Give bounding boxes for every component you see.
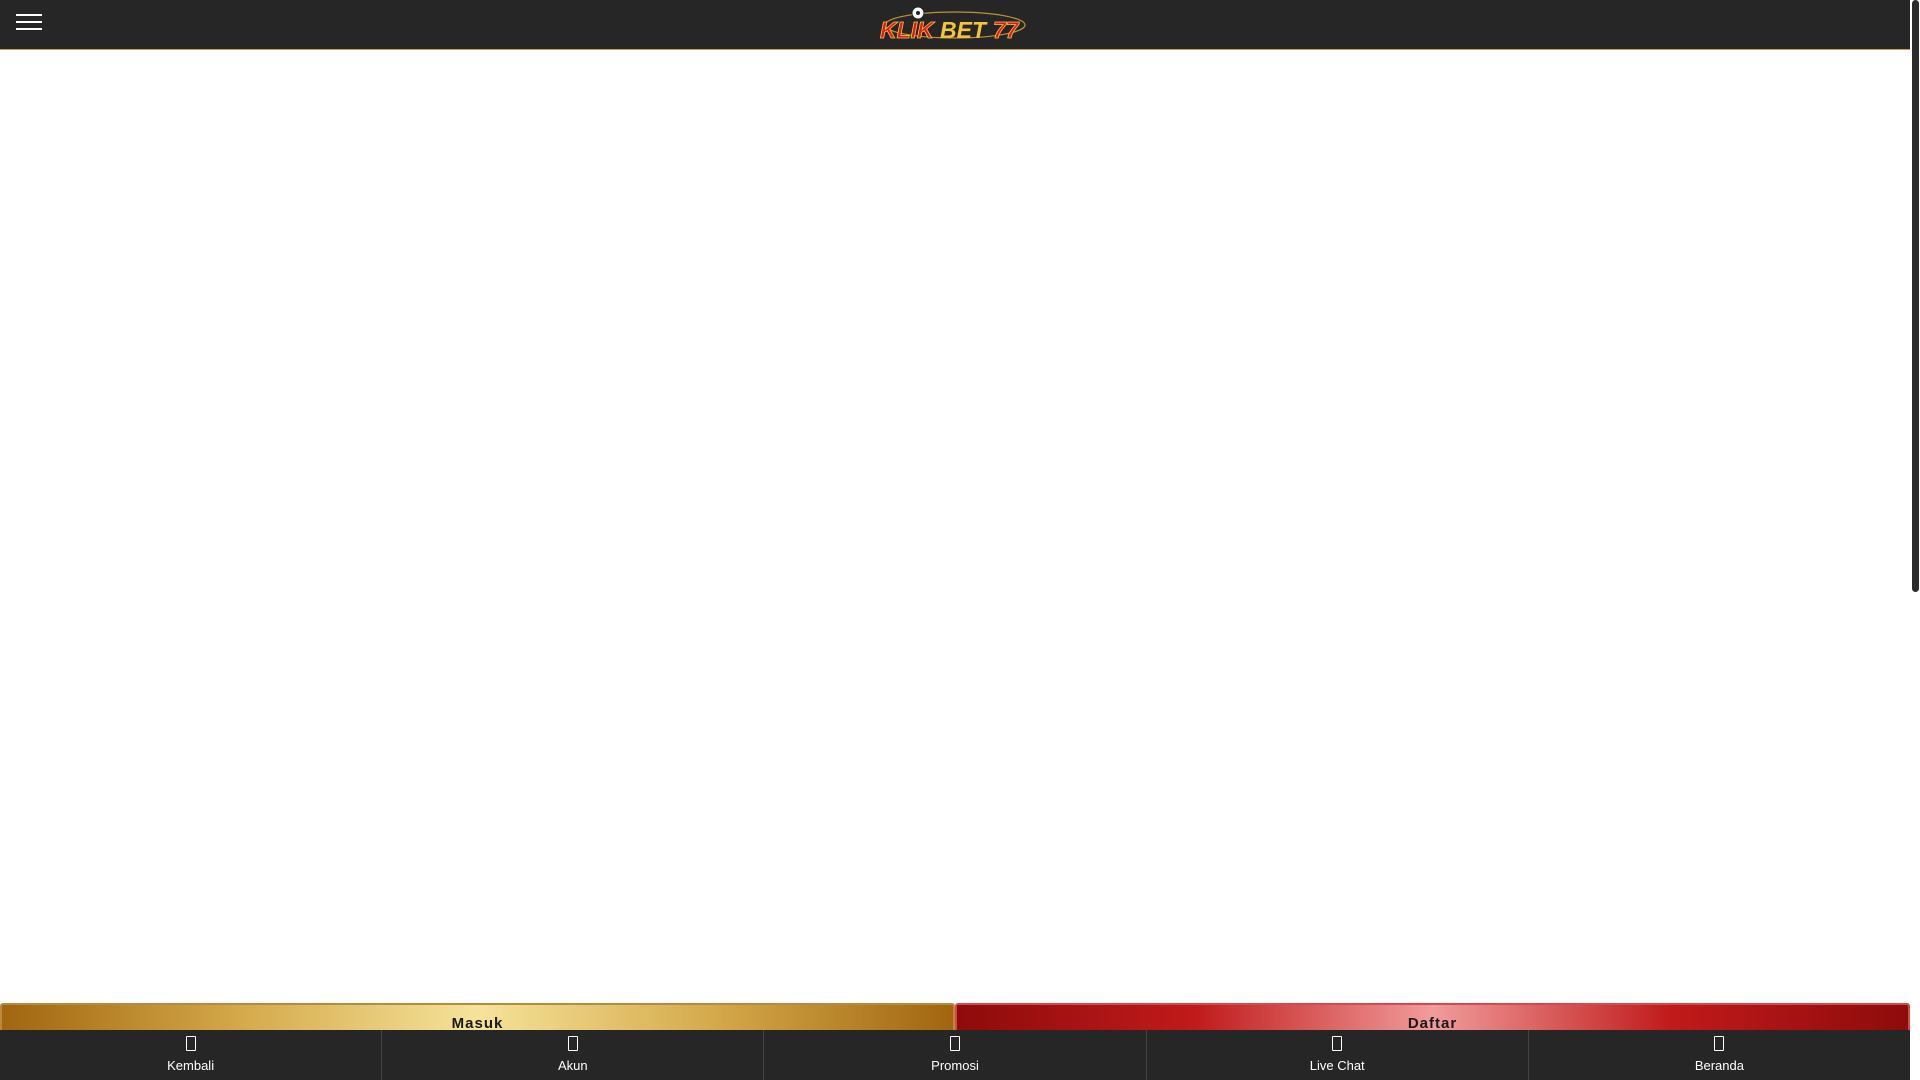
page: KLIK BET 77 Masuk Daftar Kembali Akun Pr… <box>0 0 1920 1080</box>
back-icon <box>185 1036 196 1051</box>
svg-text:77: 77 <box>993 17 1020 43</box>
nav-back-label: Kembali <box>167 1058 215 1073</box>
nav-account-label: Akun <box>557 1058 588 1073</box>
nav-promotion-label: Promosi <box>931 1058 979 1073</box>
nav-live-chat-label: Live Chat <box>1309 1058 1365 1073</box>
nav-back[interactable]: Kembali <box>0 1030 383 1080</box>
nav-live-chat[interactable]: Live Chat <box>1147 1030 1529 1080</box>
auth-bar: Masuk Daftar <box>0 1003 1910 1032</box>
top-header: KLIK BET 77 <box>0 0 1910 50</box>
svg-text:BET: BET <box>940 17 988 43</box>
promotion-icon <box>950 1036 960 1051</box>
nav-promotion[interactable]: Promosi <box>764 1030 1147 1080</box>
login-button[interactable]: Masuk <box>0 1003 955 1032</box>
vertical-scrollbar[interactable] <box>1910 0 1920 1080</box>
nav-home-label: Beranda <box>1694 1058 1744 1073</box>
chat-icon <box>1332 1036 1343 1051</box>
home-icon <box>1714 1036 1725 1051</box>
svg-text:KLIK: KLIK <box>880 17 935 43</box>
scrollbar-thumb[interactable] <box>1912 0 1919 592</box>
hamburger-menu-icon[interactable] <box>16 14 42 36</box>
site-logo[interactable]: KLIK BET 77 <box>874 4 1036 46</box>
bottom-navigation: Kembali Akun Promosi Live Chat Beranda <box>0 1030 1910 1080</box>
main-content <box>0 51 1910 1003</box>
account-icon <box>567 1036 578 1051</box>
nav-home[interactable]: Beranda <box>1529 1030 1910 1080</box>
nav-account[interactable]: Akun <box>382 1030 765 1080</box>
register-button[interactable]: Daftar <box>955 1003 1910 1032</box>
